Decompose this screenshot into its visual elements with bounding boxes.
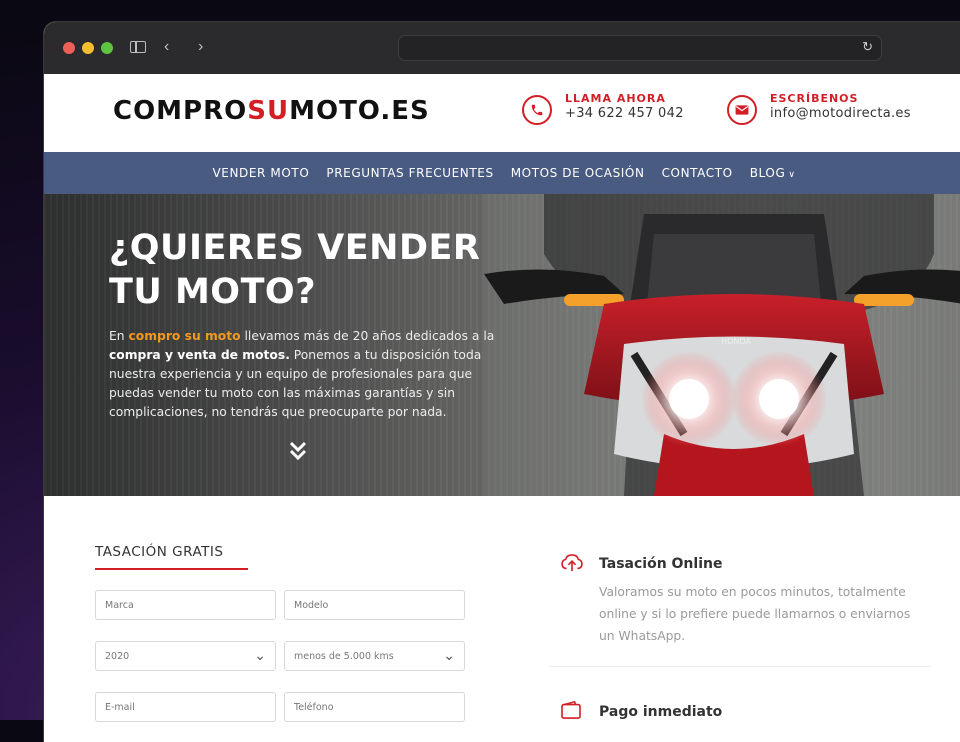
email-address[interactable]: info@motodirecta.es xyxy=(770,106,911,121)
phone-label: LLAMA AHORA xyxy=(565,92,666,105)
nav-item-vender-moto[interactable]: VENDER MOTO xyxy=(212,166,309,180)
nav-item-blog[interactable]: BLOG ∨ xyxy=(750,166,796,180)
email-label: ESCRÍBENOS xyxy=(770,92,859,105)
back-arrow-icon[interactable]: ‹ xyxy=(164,36,169,58)
kilometers-select[interactable]: menos de 5.000 kms ⌄ xyxy=(284,641,465,671)
site-logo[interactable]: COMPROSUMOTO.ES xyxy=(113,96,430,126)
phone-number[interactable]: +34 622 457 042 xyxy=(565,106,684,121)
sidebar-toggle-icon[interactable] xyxy=(130,41,146,53)
double-chevron-down-icon[interactable] xyxy=(288,440,308,462)
close-window-button[interactable] xyxy=(63,42,75,54)
nav-item-preguntas-frecuentes[interactable]: PREGUNTAS FRECUENTES xyxy=(326,166,493,180)
wallet-icon xyxy=(561,700,581,724)
motorcycle-image: HONDA xyxy=(484,194,960,496)
bike-brand-text: HONDA xyxy=(721,337,751,346)
browser-titlebar: ‹ › ↻ xyxy=(44,22,960,74)
hero-description: En compro su moto llevamos más de 20 año… xyxy=(109,329,495,419)
telefono-input[interactable]: Teléfono xyxy=(284,692,465,722)
site-header: COMPROSUMOTO.ES LLAMA AHORA +34 622 457 … xyxy=(44,74,960,152)
form-title: TASACIÓN GRATIS xyxy=(95,544,224,560)
feature-text-tasacion: Valoramos su moto en pocos minutos, tota… xyxy=(599,585,911,643)
chevron-down-icon: ∨ xyxy=(788,170,796,180)
reload-icon[interactable]: ↻ xyxy=(862,39,873,55)
minimize-window-button[interactable] xyxy=(82,42,94,54)
feature-divider xyxy=(549,666,931,667)
address-bar[interactable]: ↻ xyxy=(398,35,882,61)
feature-title-tasacion: Tasación Online xyxy=(599,556,723,572)
maximize-window-button[interactable] xyxy=(101,42,113,54)
marca-input[interactable]: Marca xyxy=(95,590,276,620)
browser-window: ‹ › ↻ COMPROSUMOTO.ES LLAMA AHORA +34 62… xyxy=(44,22,960,742)
form-title-underline xyxy=(95,568,248,570)
year-select[interactable]: 2020 ⌄ xyxy=(95,641,276,671)
content-section: TASACIÓN GRATIS Marca Modelo 2020 ⌄ menos… xyxy=(44,496,960,726)
chevron-down-icon: ⌄ xyxy=(443,648,455,664)
hero-highlight-link[interactable]: compro su moto xyxy=(128,329,240,343)
cloud-upload-icon xyxy=(561,554,583,577)
nav-item-motos-de-ocasion[interactable]: MOTOS DE OCASIÓN xyxy=(511,166,645,180)
forward-arrow-icon[interactable]: › xyxy=(198,36,203,58)
nav-item-contacto[interactable]: CONTACTO xyxy=(662,166,733,180)
main-navigation: VENDER MOTO PREGUNTAS FRECUENTES MOTOS D… xyxy=(44,152,960,194)
nav-item-blog-label: BLOG xyxy=(749,166,786,180)
phone-icon xyxy=(522,95,552,125)
email-input[interactable]: E-mail xyxy=(95,692,276,722)
chevron-down-icon: ⌄ xyxy=(254,648,266,664)
hero-title: ¿QUIERES VENDER TU MOTO? xyxy=(109,228,481,312)
modelo-input[interactable]: Modelo xyxy=(284,590,465,620)
feature-title-pago: Pago inmediato xyxy=(599,704,723,720)
hero-banner: HONDA ¿QUIERES VENDER TU MOTO? En compro … xyxy=(44,194,960,496)
envelope-icon xyxy=(727,95,757,125)
